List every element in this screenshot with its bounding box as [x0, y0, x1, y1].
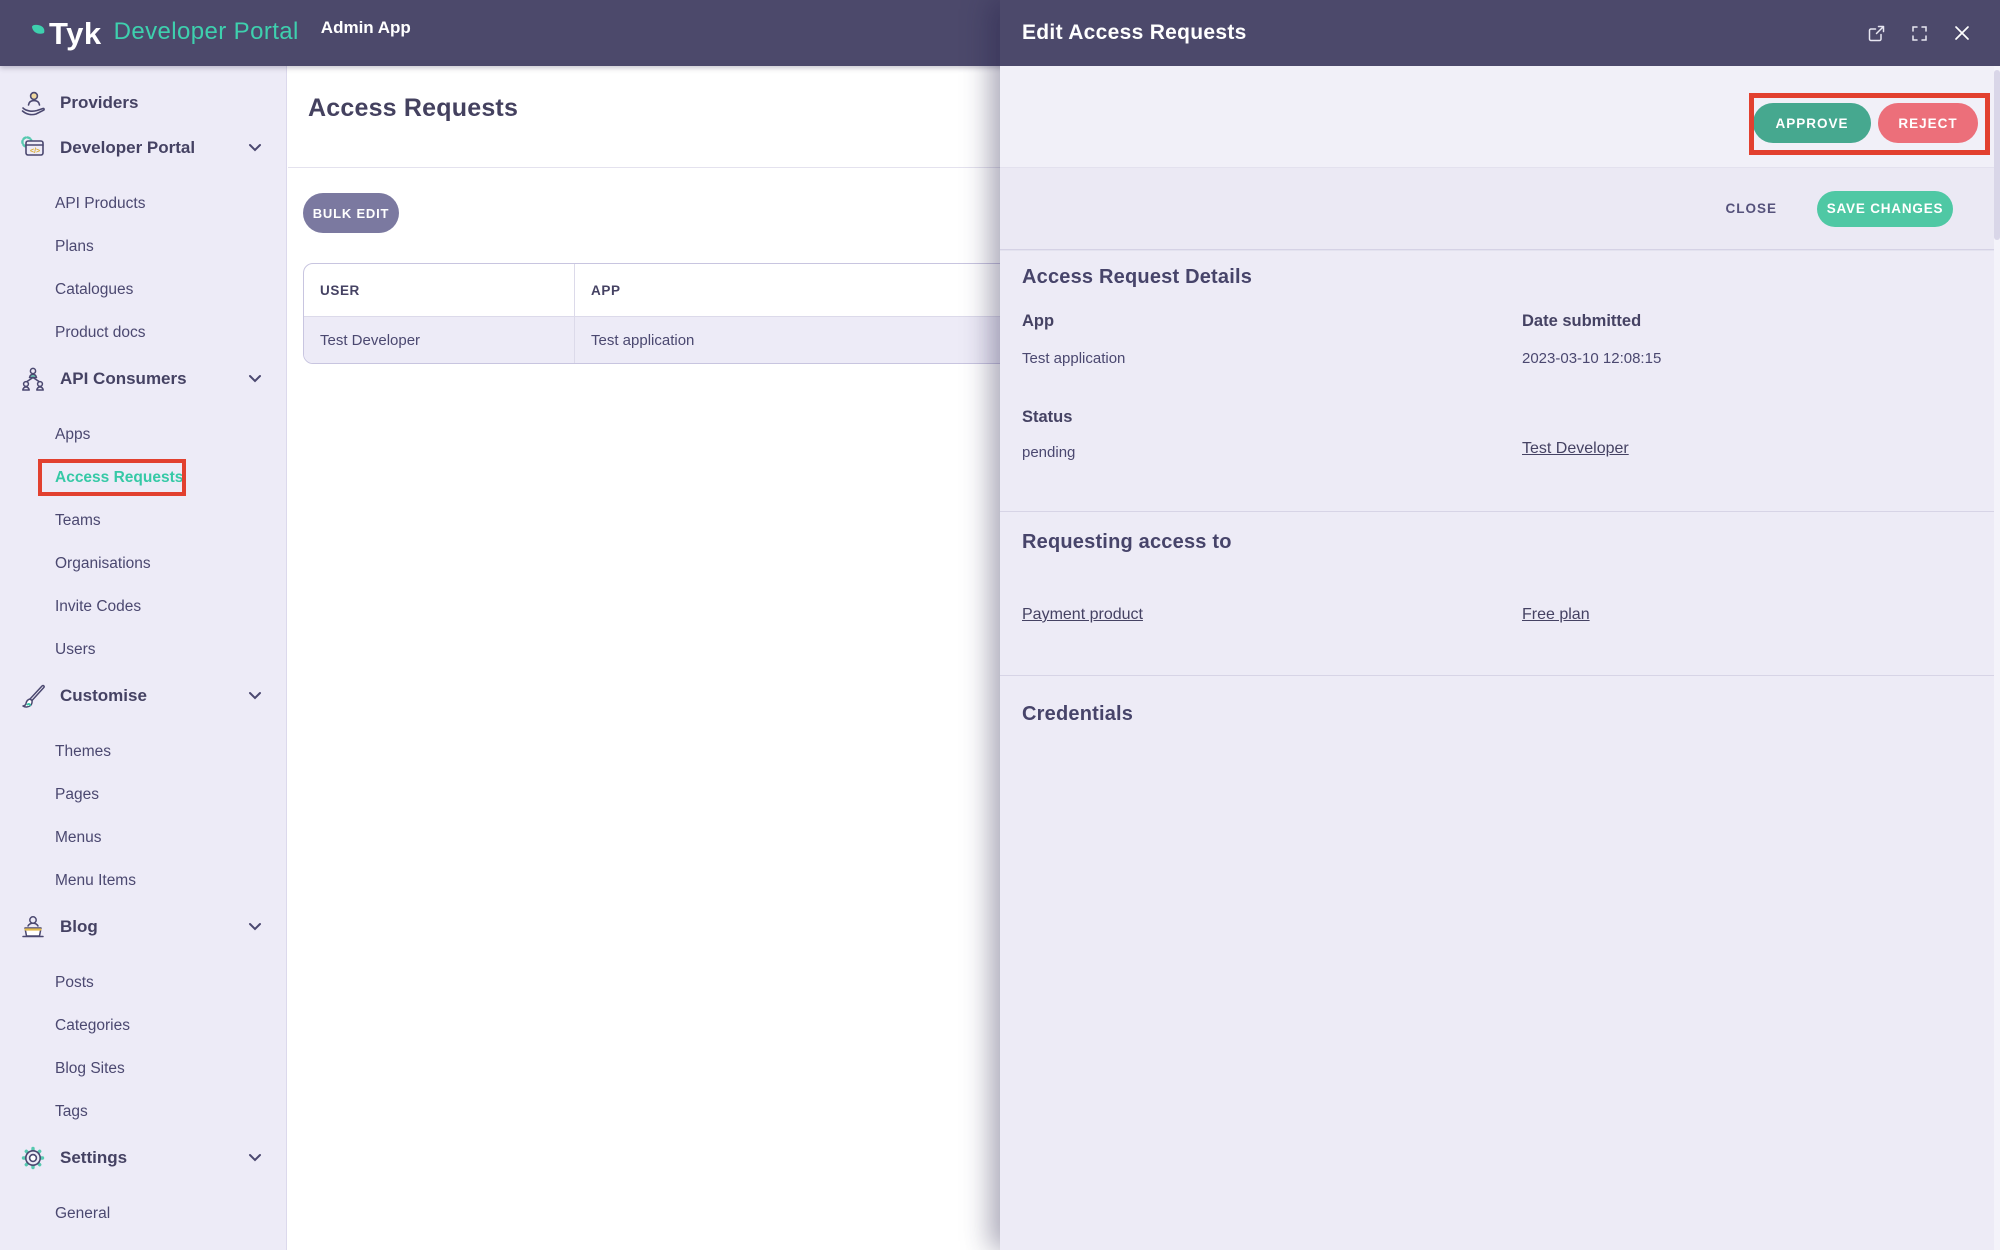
- save-changes-button[interactable]: SAVE CHANGES: [1817, 191, 1953, 227]
- settings-subgroup: General: [0, 1192, 286, 1235]
- sidebar-item-developer-portal[interactable]: </> Developer Portal: [0, 125, 286, 170]
- sidebar-item-pages[interactable]: Pages: [0, 773, 286, 816]
- blog-icon: [17, 911, 49, 943]
- sidebar-item-tags[interactable]: Tags: [0, 1090, 286, 1133]
- sidebar-nav: Providers </> Developer Portal API Produ…: [0, 66, 287, 1250]
- sidebar-item-users[interactable]: Users: [0, 628, 286, 671]
- developer-portal-subgroup: API Products Plans Catalogues Product do…: [0, 182, 286, 354]
- drawer-title: Edit Access Requests: [1022, 21, 1247, 45]
- chevron-down-icon: [248, 691, 262, 700]
- app-window: Tyk Developer Portal Admin App Providers: [0, 0, 2000, 1250]
- chevron-down-icon: [248, 143, 262, 152]
- approve-button[interactable]: APPROVE: [1753, 103, 1871, 143]
- sidebar-item-themes[interactable]: Themes: [0, 730, 286, 773]
- sidebar-item-blog-sites[interactable]: Blog Sites: [0, 1047, 286, 1090]
- edit-access-request-drawer: Edit Access Requests: [1000, 0, 2000, 1250]
- providers-icon: [17, 87, 49, 119]
- sidebar-item-label: Settings: [60, 1148, 127, 1168]
- drawer-save-bar: CLOSE SAVE CHANGES: [1000, 168, 2000, 250]
- tyk-leaf-icon: [30, 24, 47, 39]
- sidebar-item-apps[interactable]: Apps: [0, 413, 286, 456]
- drawer-header-icons: [1868, 25, 1970, 42]
- close-icon[interactable]: [1954, 25, 1970, 41]
- plan-link[interactable]: Free plan: [1522, 606, 1590, 624]
- requesting-section-heading: Requesting access to: [1022, 531, 1232, 554]
- status-field-label: Status: [1022, 408, 1072, 427]
- sidebar-item-general[interactable]: General: [0, 1192, 286, 1235]
- svg-text:</>: </>: [30, 148, 40, 155]
- column-header-user: USER: [304, 264, 574, 316]
- sidebar-item-access-requests[interactable]: Access Requests: [0, 456, 286, 499]
- chevron-down-icon: [248, 922, 262, 931]
- tyk-logo: Tyk Developer Portal Admin App: [30, 18, 411, 49]
- app-name: Admin App: [321, 18, 411, 38]
- user-link[interactable]: Test Developer: [1522, 440, 1629, 458]
- details-section-heading: Access Request Details: [1022, 266, 1252, 289]
- status-field-value: pending: [1022, 444, 1075, 461]
- product-name: Developer Portal: [114, 18, 299, 46]
- sidebar-item-settings[interactable]: Settings: [0, 1135, 286, 1180]
- sidebar-item-invite-codes[interactable]: Invite Codes: [0, 585, 286, 628]
- date-submitted-value: 2023-03-10 12:08:15: [1522, 350, 1661, 367]
- sidebar-item-api-consumers[interactable]: API Consumers: [0, 356, 286, 401]
- sidebar-item-providers[interactable]: Providers: [0, 80, 286, 125]
- sidebar-item-label: Customise: [60, 686, 147, 706]
- blog-subgroup: Posts Categories Blog Sites Tags: [0, 961, 286, 1133]
- sidebar-item-posts[interactable]: Posts: [0, 961, 286, 1004]
- sidebar-item-label: Developer Portal: [60, 138, 195, 158]
- app-field-label: App: [1022, 312, 1054, 331]
- chevron-down-icon: [248, 1153, 262, 1162]
- tyk-wordmark: Tyk: [49, 18, 102, 49]
- access-requests-table: USER APP Test Developer Test application: [303, 263, 1083, 364]
- drawer-scrollbar[interactable]: [1994, 66, 2000, 1250]
- drawer-scrollbar-thumb[interactable]: [1994, 70, 2000, 240]
- sidebar-item-customise[interactable]: Customise: [0, 673, 286, 718]
- sidebar-item-api-products[interactable]: API Products: [0, 182, 286, 225]
- sidebar-item-menu-items[interactable]: Menu Items: [0, 859, 286, 902]
- date-submitted-label: Date submitted: [1522, 312, 1641, 331]
- sidebar-item-plans[interactable]: Plans: [0, 225, 286, 268]
- product-link[interactable]: Payment product: [1022, 606, 1143, 624]
- expand-icon[interactable]: [1912, 26, 1927, 41]
- sidebar-item-blog[interactable]: Blog: [0, 904, 286, 949]
- close-button[interactable]: CLOSE: [1725, 201, 1777, 216]
- sidebar-item-label: Blog: [60, 917, 98, 937]
- drawer-header: Edit Access Requests: [1000, 0, 2000, 66]
- sidebar-item-menus[interactable]: Menus: [0, 816, 286, 859]
- api-consumers-subgroup: Apps Access Requests Teams Organisations…: [0, 413, 286, 671]
- sidebar-item-categories[interactable]: Categories: [0, 1004, 286, 1047]
- section-divider: [1000, 511, 2000, 512]
- customise-icon: [17, 680, 49, 712]
- app-field-value: Test application: [1022, 350, 1125, 367]
- developer-portal-icon: </>: [17, 132, 49, 164]
- sidebar-item-teams[interactable]: Teams: [0, 499, 286, 542]
- page-title: Access Requests: [308, 94, 518, 123]
- bulk-edit-button[interactable]: BULK EDIT: [303, 193, 399, 233]
- sidebar-item-label: API Consumers: [60, 369, 187, 389]
- customise-subgroup: Themes Pages Menus Menu Items: [0, 730, 286, 902]
- sidebar-item-label: Providers: [60, 93, 138, 113]
- table-header-row: USER APP: [304, 264, 1082, 316]
- section-divider: [1000, 675, 2000, 676]
- sidebar-item-catalogues[interactable]: Catalogues: [0, 268, 286, 311]
- sidebar-item-organisations[interactable]: Organisations: [0, 542, 286, 585]
- table-row[interactable]: Test Developer Test application: [304, 316, 1082, 363]
- reject-button[interactable]: REJECT: [1878, 103, 1978, 143]
- sidebar-item-product-docs[interactable]: Product docs: [0, 311, 286, 354]
- api-consumers-icon: [17, 363, 49, 395]
- settings-icon: [17, 1142, 49, 1174]
- cell-user: Test Developer: [304, 317, 574, 363]
- credentials-section-heading: Credentials: [1022, 703, 1133, 726]
- external-link-icon[interactable]: [1868, 25, 1885, 42]
- chevron-down-icon: [248, 374, 262, 383]
